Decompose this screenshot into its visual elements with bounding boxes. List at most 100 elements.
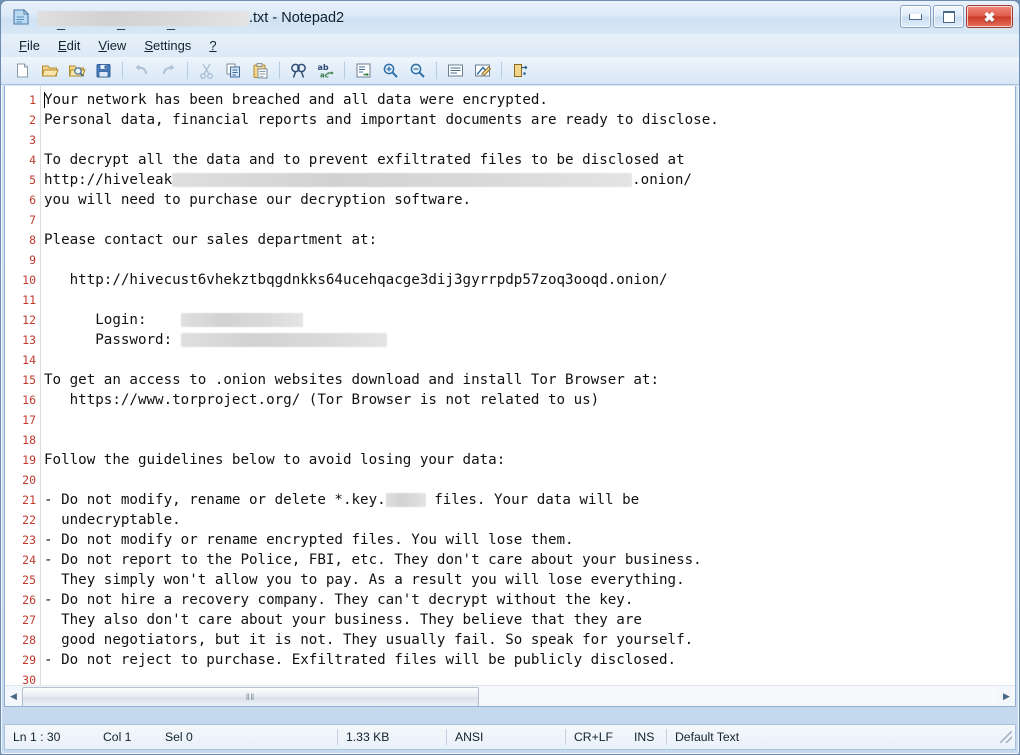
menu-item-settings[interactable]: Settings bbox=[135, 36, 200, 56]
text-editor[interactable]: 1 2 3 4 5 6 7 8 9 10 11 12 13 14 15 16 17 18 19 20 21 22 23 24 2… bbox=[5, 86, 1015, 685]
text-line-content: - Do not report to the Police, FBI, etc.… bbox=[44, 552, 702, 568]
replace-button[interactable]: ab ac bbox=[312, 58, 339, 83]
close-button[interactable]: ✖ bbox=[966, 5, 1013, 28]
cut-icon bbox=[200, 63, 213, 79]
maximize-button[interactable] bbox=[933, 5, 964, 28]
status-bar: Ln 1 : 30 Col 1 Sel 0 1.33 KB ANSI CR+LF… bbox=[4, 724, 1016, 750]
scroll-left-arrow[interactable]: ◀ bbox=[5, 687, 22, 705]
text-line[interactable]: undecryptable. bbox=[44, 510, 1015, 530]
text-line[interactable] bbox=[44, 670, 1015, 685]
scroll-thumb-grip: ‖‖ bbox=[245, 692, 256, 702]
find-button[interactable] bbox=[285, 58, 312, 83]
line-number: 21 bbox=[22, 493, 36, 507]
window-title: .txt - Notepad2 bbox=[37, 8, 879, 28]
text-line[interactable]: They also don't care about your business… bbox=[44, 610, 1015, 630]
status-line-endings[interactable]: CR+LF bbox=[566, 725, 626, 749]
exit-icon bbox=[514, 64, 528, 77]
text-line-content: - Do not modify, rename or delete *.key. bbox=[44, 492, 386, 508]
toolbar-separator bbox=[436, 62, 437, 79]
close-icon: ✖ bbox=[983, 8, 996, 25]
text-line[interactable]: They simply won't allow you to pay. As a… bbox=[44, 570, 1015, 590]
toolbar-separator bbox=[279, 62, 280, 79]
menu-item-view[interactable]: View bbox=[89, 36, 135, 56]
line-number: 6 bbox=[29, 193, 36, 207]
text-line[interactable]: Your network has been breached and all d… bbox=[44, 90, 1015, 110]
new-file-icon bbox=[17, 63, 28, 78]
status-encoding[interactable]: ANSI bbox=[447, 725, 565, 749]
status-insert-mode[interactable]: INS bbox=[626, 725, 666, 749]
text-line[interactable]: http://hiveleak .onion/ bbox=[44, 170, 1015, 190]
copy-button[interactable] bbox=[220, 58, 247, 83]
title-bar: .txt - Notepad2 _ _ _ ✖ bbox=[1, 1, 1019, 34]
text-line[interactable] bbox=[44, 130, 1015, 150]
menu-label-file: ile bbox=[26, 37, 40, 53]
text-line[interactable] bbox=[44, 410, 1015, 430]
window-controls: ✖ bbox=[900, 5, 1013, 28]
text-line[interactable]: Follow the guidelines below to avoid los… bbox=[44, 450, 1015, 470]
text-line[interactable] bbox=[44, 430, 1015, 450]
horizontal-scroll-track[interactable]: ‖‖ bbox=[22, 687, 998, 706]
text-line[interactable]: To get an access to .onion websites down… bbox=[44, 370, 1015, 390]
cut-button[interactable] bbox=[193, 58, 220, 83]
text-line[interactable]: http://hivecust6vhekztbqgdnkks64ucehqacg… bbox=[44, 270, 1015, 290]
undo-button[interactable] bbox=[128, 58, 155, 83]
text-line[interactable] bbox=[44, 290, 1015, 310]
status-column: Col 1 bbox=[103, 730, 132, 744]
text-line[interactable] bbox=[44, 210, 1015, 230]
open-file-button[interactable] bbox=[36, 58, 63, 83]
status-scheme[interactable]: Default Text bbox=[667, 725, 747, 749]
text-line[interactable]: you will need to purchase our decryption… bbox=[44, 190, 1015, 210]
status-line-position: Ln 1 : 30 bbox=[13, 730, 61, 744]
notepad2-window: .txt - Notepad2 _ _ _ ✖ File Edit View Set… bbox=[0, 0, 1020, 755]
text-line[interactable]: good negotiators, but it is not. They us… bbox=[44, 630, 1015, 650]
text-line[interactable]: To decrypt all the data and to prevent e… bbox=[44, 150, 1015, 170]
text-line[interactable] bbox=[44, 250, 1015, 270]
text-line[interactable]: Login: bbox=[44, 310, 1015, 330]
open-recent-icon bbox=[68, 65, 86, 77]
line-number: 13 bbox=[22, 333, 36, 347]
text-line[interactable]: Personal data, financial reports and imp… bbox=[44, 110, 1015, 130]
scheme-settings-button[interactable] bbox=[469, 58, 496, 83]
save-file-button[interactable] bbox=[90, 58, 117, 83]
line-number: 5 bbox=[29, 173, 36, 187]
text-content[interactable]: Your network has been breached and all d… bbox=[41, 86, 1015, 685]
resize-grip-icon[interactable] bbox=[1000, 731, 1012, 743]
paste-icon bbox=[253, 63, 268, 79]
zoom-out-button[interactable] bbox=[404, 58, 431, 83]
text-line[interactable]: Password: bbox=[44, 330, 1015, 350]
line-number: 4 bbox=[29, 153, 36, 167]
scroll-right-arrow[interactable]: ▶ bbox=[998, 687, 1015, 705]
open-recent-button[interactable] bbox=[63, 58, 90, 83]
paste-button[interactable] bbox=[247, 58, 274, 83]
new-file-button[interactable] bbox=[9, 58, 36, 83]
line-number: 14 bbox=[22, 353, 36, 367]
exit-button[interactable] bbox=[507, 58, 534, 83]
menu-item-file[interactable]: File bbox=[10, 36, 49, 56]
goto-line-button[interactable] bbox=[350, 58, 377, 83]
line-number: 7 bbox=[29, 213, 36, 227]
line-number: 9 bbox=[29, 253, 36, 267]
text-line[interactable]: - Do not modify or rename encrypted file… bbox=[44, 530, 1015, 550]
text-line-content: Please contact our sales department at: bbox=[44, 232, 378, 248]
text-line[interactable]: - Do not hire a recovery company. They c… bbox=[44, 590, 1015, 610]
line-number: 16 bbox=[22, 393, 36, 407]
horizontal-scrollbar[interactable]: ◀ ‖‖ ▶ bbox=[5, 685, 1015, 706]
text-line[interactable]: - Do not modify, rename or delete *.key.… bbox=[44, 490, 1015, 510]
menu-item-help[interactable]: ? bbox=[200, 36, 225, 56]
text-line[interactable]: - Do not reject to purchase. Exfiltrated… bbox=[44, 650, 1015, 670]
redo-button[interactable] bbox=[155, 58, 182, 83]
text-line[interactable]: Please contact our sales department at: bbox=[44, 230, 1015, 250]
text-line[interactable]: https://www.torproject.org/ (Tor Browser… bbox=[44, 390, 1015, 410]
text-line[interactable] bbox=[44, 470, 1015, 490]
minimize-button[interactable] bbox=[900, 5, 931, 28]
line-number: 20 bbox=[22, 473, 36, 487]
menu-item-edit[interactable]: Edit bbox=[49, 36, 89, 56]
horizontal-scroll-thumb[interactable]: ‖‖ bbox=[22, 687, 479, 706]
text-line-content: - Do not reject to purchase. Exfiltrated… bbox=[44, 652, 677, 668]
line-number: 12 bbox=[22, 313, 36, 327]
text-line[interactable]: - Do not report to the Police, FBI, etc.… bbox=[44, 550, 1015, 570]
word-wrap-button[interactable] bbox=[442, 58, 469, 83]
zoom-in-button[interactable] bbox=[377, 58, 404, 83]
redacted-text bbox=[180, 313, 303, 327]
text-line[interactable] bbox=[44, 350, 1015, 370]
